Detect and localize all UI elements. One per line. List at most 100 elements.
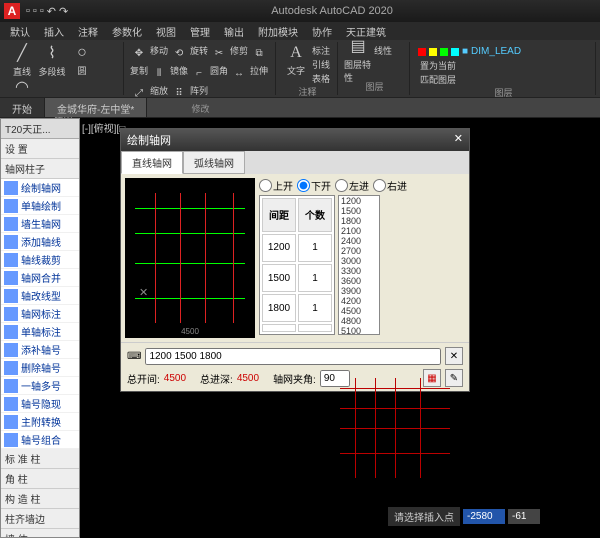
palette-item[interactable]: 轴改线型 bbox=[1, 287, 79, 305]
match-layer-button[interactable]: 匹配图层 bbox=[420, 73, 591, 86]
menu-manage[interactable]: 管理 bbox=[184, 24, 216, 39]
menu-default[interactable]: 默认 bbox=[4, 24, 36, 39]
line-button[interactable]: ╱直线 bbox=[8, 44, 36, 76]
list-item[interactable]: 4200 bbox=[339, 296, 379, 306]
key-input[interactable] bbox=[145, 348, 441, 365]
palette-section-stdcol[interactable]: 标 准 柱 bbox=[1, 449, 79, 469]
linetype-button[interactable]: 线性 bbox=[374, 44, 392, 57]
palette-section-wall[interactable]: 墙 体 bbox=[1, 529, 79, 538]
polyline-button[interactable]: ⌇多段线 bbox=[38, 44, 66, 76]
radio-down[interactable]: 下开 bbox=[297, 178, 331, 193]
tab-file[interactable]: 金城华府-左中堂* bbox=[45, 98, 147, 117]
scale-label: 缩放 bbox=[150, 84, 168, 102]
circle-button[interactable]: ○圆 bbox=[68, 44, 96, 76]
menu-tangent[interactable]: 天正建筑 bbox=[340, 24, 392, 39]
palette-item-icon bbox=[4, 253, 18, 267]
palette-item[interactable]: 单轴绘制 bbox=[1, 197, 79, 215]
list-item[interactable]: 3600 bbox=[339, 276, 379, 286]
palette-item[interactable]: 单轴标注 bbox=[1, 323, 79, 341]
menu-annotate[interactable]: 注释 bbox=[72, 24, 104, 39]
list-item[interactable]: 2700 bbox=[339, 246, 379, 256]
leader-button[interactable]: 引线 bbox=[312, 58, 330, 71]
menu-output[interactable]: 输出 bbox=[218, 24, 250, 39]
move-label: 移动 bbox=[150, 44, 168, 62]
table-row[interactable]: 15001 bbox=[262, 264, 332, 292]
preview-dim: 4500 bbox=[125, 327, 255, 336]
preset-list[interactable]: 1200150018002100240027003000330036003900… bbox=[338, 195, 380, 335]
palette-section-pillaralign[interactable]: 柱齐墙边 bbox=[1, 509, 79, 529]
menu-view[interactable]: 视图 bbox=[150, 24, 182, 39]
mirror-button[interactable]: ⦀ bbox=[150, 64, 168, 82]
palette-section-corner[interactable]: 角 柱 bbox=[1, 469, 79, 489]
clear-button[interactable]: ✕ bbox=[445, 347, 463, 365]
qat-new-icon[interactable]: ▫ bbox=[26, 5, 30, 18]
palette-item[interactable]: 轴号隐现 bbox=[1, 395, 79, 413]
close-icon[interactable]: ✕ bbox=[454, 132, 463, 148]
list-item[interactable]: 3000 bbox=[339, 256, 379, 266]
coord-x-field[interactable] bbox=[463, 509, 505, 524]
qat-undo-icon[interactable]: ↶ bbox=[47, 5, 56, 18]
copy-button[interactable]: ⧉ bbox=[250, 44, 268, 62]
table-row[interactable] bbox=[262, 324, 332, 332]
stretch-button[interactable]: ↔ bbox=[230, 64, 248, 82]
dim-button[interactable]: 标注 bbox=[312, 44, 330, 57]
coord-y-field[interactable] bbox=[508, 509, 540, 524]
palette-item[interactable]: 轴网合并 bbox=[1, 269, 79, 287]
array-button[interactable]: ⠿ bbox=[170, 84, 188, 102]
layer-props-button[interactable]: ▤图层特性 bbox=[344, 44, 372, 76]
tab-arc-axis[interactable]: 弧线轴网 bbox=[183, 151, 245, 174]
list-item[interactable]: 1800 bbox=[339, 216, 379, 226]
palette-section-axis[interactable]: 轴网柱子 bbox=[1, 159, 79, 179]
trim-button[interactable]: ✂ bbox=[210, 44, 228, 62]
table-row[interactable]: 18001 bbox=[262, 294, 332, 322]
list-item[interactable]: 3900 bbox=[339, 286, 379, 296]
palette-item[interactable]: 轴线裁剪 bbox=[1, 251, 79, 269]
menu-addons[interactable]: 附加模块 bbox=[252, 24, 304, 39]
radio-right[interactable]: 右进 bbox=[373, 178, 407, 193]
menu-collab[interactable]: 协作 bbox=[306, 24, 338, 39]
qat-save-icon[interactable]: ▫ bbox=[40, 5, 44, 18]
radio-up[interactable]: 上开 bbox=[259, 178, 293, 193]
list-item[interactable]: 1500 bbox=[339, 206, 379, 216]
palette-item-icon bbox=[4, 325, 18, 339]
list-item[interactable]: 2400 bbox=[339, 236, 379, 246]
tab-start[interactable]: 开始 bbox=[0, 98, 45, 117]
palette-item[interactable]: 墙生轴网 bbox=[1, 215, 79, 233]
annot-panel-label: 注释 bbox=[282, 85, 333, 98]
palette-item[interactable]: 主附转换 bbox=[1, 413, 79, 431]
palette-item[interactable]: 添加轴线 bbox=[1, 233, 79, 251]
list-item[interactable]: 5100 bbox=[339, 326, 379, 335]
palette-item[interactable]: 添补轴号 bbox=[1, 341, 79, 359]
spacing-table[interactable]: 间距个数 120011500118001 bbox=[259, 195, 335, 335]
table-row[interactable]: 12001 bbox=[262, 234, 332, 262]
qat-redo-icon[interactable]: ↷ bbox=[59, 5, 68, 18]
menu-parametric[interactable]: 参数化 bbox=[106, 24, 148, 39]
palette-item[interactable]: 删除轴号 bbox=[1, 359, 79, 377]
palette-item[interactable]: 绘制轴网 bbox=[1, 179, 79, 197]
drawing-canvas[interactable]: [-][俯视][□… 绘制轴网 ✕ 直线轴网 弧线轴网 bbox=[80, 118, 600, 538]
list-item[interactable]: 3300 bbox=[339, 266, 379, 276]
tab-line-axis[interactable]: 直线轴网 bbox=[121, 151, 183, 174]
list-item[interactable]: 1200 bbox=[339, 196, 379, 206]
angle-label: 轴网夹角: bbox=[273, 371, 316, 386]
list-item[interactable]: 4800 bbox=[339, 316, 379, 326]
move-button[interactable]: ✥ bbox=[130, 44, 148, 62]
list-item[interactable]: 2100 bbox=[339, 226, 379, 236]
radio-left[interactable]: 左进 bbox=[335, 178, 369, 193]
set-current-button[interactable]: 置为当前 bbox=[420, 59, 591, 72]
layer-dropdown[interactable]: ■ DIM_LEAD bbox=[462, 46, 521, 57]
list-item[interactable]: 4500 bbox=[339, 306, 379, 316]
palette-item[interactable]: 轴号组合 bbox=[1, 431, 79, 449]
total-depth-label: 总进深: bbox=[200, 371, 233, 386]
qat-open-icon[interactable]: ▫ bbox=[33, 5, 37, 18]
palette-item[interactable]: 轴网标注 bbox=[1, 305, 79, 323]
palette-section-struct[interactable]: 构 造 柱 bbox=[1, 489, 79, 509]
palette-item-icon bbox=[4, 199, 18, 213]
rotate-button[interactable]: ⟲ bbox=[170, 44, 188, 62]
text-button[interactable]: A文字 bbox=[282, 44, 310, 76]
fillet-button[interactable]: ⌐ bbox=[190, 64, 208, 82]
palette-section-settings[interactable]: 设 置 bbox=[1, 139, 79, 159]
table-button[interactable]: 表格 bbox=[312, 72, 330, 85]
palette-item[interactable]: 一轴多号 bbox=[1, 377, 79, 395]
menu-insert[interactable]: 插入 bbox=[38, 24, 70, 39]
